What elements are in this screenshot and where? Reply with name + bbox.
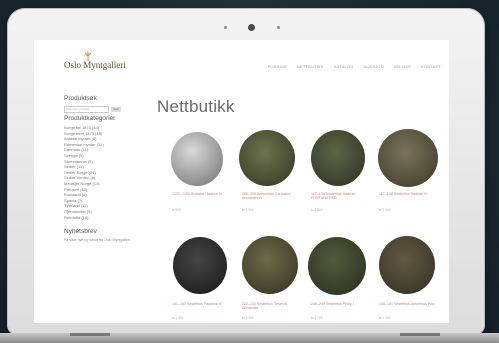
search-button[interactable]: Søk (111, 107, 121, 112)
nav-item-auksjon[interactable]: AUKSJON (364, 64, 384, 69)
sensor-dot-icon (277, 26, 280, 29)
category-list: Norge før 1873 (44) Norge etter 1873 (15… (64, 125, 142, 220)
sensor-dot-icon (224, 26, 227, 29)
product-image[interactable] (242, 236, 298, 294)
product-image[interactable] (171, 132, 223, 186)
search-heading: Produktsøk (64, 95, 97, 102)
product-image[interactable] (378, 129, 438, 187)
product-caption[interactable]: 117–138 Sestertius Hadrian IV (379, 192, 437, 196)
laptop-frame: Oslo Myntgalleri FORSIDE NETTBUTIKK KATA… (7, 8, 485, 335)
product-caption[interactable]: 244–249 Sestertius Philip I (311, 302, 369, 306)
newsletter-heading: Nyhetsbrev (64, 228, 97, 236)
category-item[interactable]: Rekvisita (10) (64, 215, 142, 221)
page-title: Nettbutikk (157, 97, 235, 116)
product-price: kr 1 200 (242, 208, 254, 212)
main-nav: FORSIDE NETTBUTIKK KATALOG AUKSJON OM OS… (268, 64, 441, 69)
newsletter-text: Få siste nytt og tilbud fra Oslo Myntgal… (64, 238, 130, 243)
logo-icon (84, 52, 92, 61)
product-price: kr 1 700 (311, 316, 323, 320)
nav-item-forside[interactable]: FORSIDE (268, 64, 287, 69)
product-caption[interactable]: 286–305 Antoninian Carausius Alexander I… (242, 192, 300, 201)
laptop-hinge (400, 333, 440, 336)
product-image[interactable] (308, 237, 366, 295)
screen: Oslo Myntgalleri FORSIDE NETTBUTIKK KATA… (34, 40, 449, 323)
product-caption[interactable]: 138–161 Sestertius Antoninus Pius (379, 302, 437, 306)
product-price: kr 2 100 (379, 316, 391, 320)
product-caption[interactable]: 1202–1280 Brakteat Haakon IV (172, 192, 230, 196)
product-image[interactable] (173, 237, 227, 294)
product-price: kr 2 800 (311, 208, 323, 212)
search-input[interactable]: Søk etter produkt (64, 106, 109, 113)
nav-item-nettbutikk[interactable]: NETTBUTIKK (297, 64, 324, 69)
site-logo-text[interactable]: Oslo Myntgalleri (64, 60, 126, 70)
sidebar: Produktsøk Søk etter produkt Søk Produkt… (64, 95, 142, 243)
laptop-hinge (70, 333, 110, 336)
nav-item-om-oss[interactable]: OM OSS (394, 64, 411, 69)
product-image[interactable] (311, 130, 365, 186)
product-caption[interactable]: 117–138 Sestertius Hadrian FORTUNA RED (311, 192, 369, 201)
product-price: kr 1 900 (172, 316, 184, 320)
camera-bar (7, 23, 485, 31)
product-caption[interactable]: 222–235 Sestertius Severus Alexander (242, 302, 300, 311)
product-image[interactable] (239, 130, 295, 186)
product-image[interactable] (379, 236, 435, 294)
nav-item-katalog[interactable]: KATALOG (334, 64, 354, 69)
product-price: kr 600 (172, 208, 181, 212)
categories-heading: Produktkategorier (64, 115, 116, 122)
search-row: Søk etter produkt Søk (64, 106, 142, 113)
nav-item-kontakt[interactable]: KONTAKT (421, 64, 441, 69)
product-price: kr 2 400 (379, 208, 391, 212)
product-caption[interactable]: 161–180 Sestertius Faustina II (172, 302, 230, 306)
product-price: kr 1 500 (242, 316, 254, 320)
camera-icon (248, 24, 255, 31)
